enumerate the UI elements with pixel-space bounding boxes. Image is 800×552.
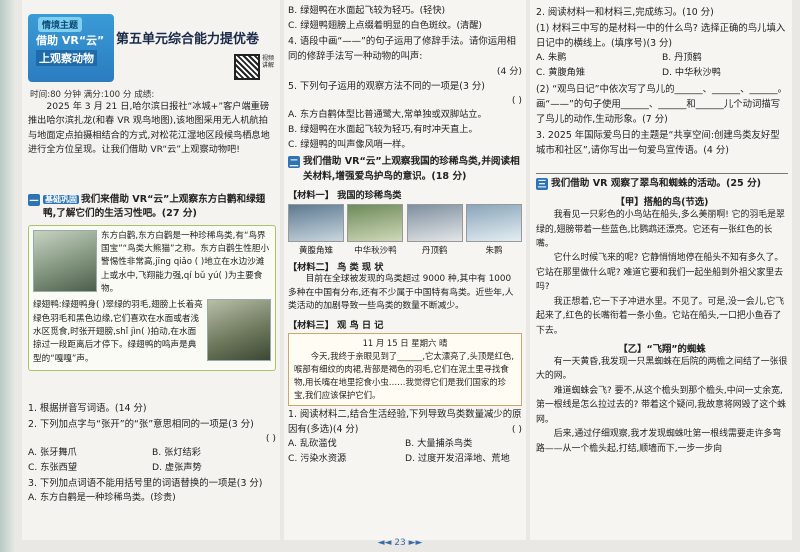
option[interactable]: A. 东方白鹳体型比普通鹭大,常单独或双脚站立。 xyxy=(288,108,522,123)
answer-line[interactable]: (4 分) xyxy=(288,65,522,79)
option[interactable]: C. 黄腹角雉 xyxy=(536,66,662,81)
passage-a-para-2: 它什么时候飞来的呢? 它静悄悄地停在船头不知有多久了。它站在那里做什么呢? 难道… xyxy=(536,253,784,293)
bird-photo xyxy=(465,204,522,243)
material-2-text: 目前在全球被发现的鸟类超过 9000 种,其中有 1000 多种在中国有分布,还… xyxy=(288,274,514,312)
passage-b-para-2: 难道蜘蛛会飞? 要不,从这个檐头到那个檐头,中间一丈余宽,第一根线是怎么拉过去的… xyxy=(536,385,786,425)
section-2: 二 我们借助 VR“云”上观察我国的珍稀鸟类,并阅读相关材料,增强爱鸟护鸟的意识… xyxy=(288,155,522,184)
section-number: 一 xyxy=(28,194,40,207)
answer-bracket[interactable]: ( ) xyxy=(28,432,276,446)
section-title: 我们借助 VR“云”上观察我国的珍稀鸟类,并阅读相关材料,增强爱鸟护鸟的意识。(… xyxy=(303,156,520,182)
option[interactable]: B. 张灯结彩 xyxy=(152,446,276,461)
section-number: 二 xyxy=(288,156,300,169)
bird-name: 黄腹角雉 xyxy=(298,246,333,257)
bird-name: 丹顶鹤 xyxy=(421,246,448,257)
question-1: 1. 根据拼音写词语。(14 分) xyxy=(28,403,147,414)
qr-code-icon xyxy=(234,54,260,80)
option[interactable]: A. 乱砍滥伐 xyxy=(288,437,405,452)
option[interactable]: B. 大量捕杀鸟类 xyxy=(405,437,522,452)
stork-photo xyxy=(33,229,97,292)
bird-name: 中华秋沙鸭 xyxy=(354,246,397,257)
page-number: ◄◄ 23 ►► xyxy=(377,538,423,548)
material-3-title: 【材料三】 观 鸟 日 记 xyxy=(288,319,384,331)
section-3: 三 我们借助 VR 观察了翠鸟和蜘蛛的活动。(25 分) xyxy=(536,177,788,191)
question-4: 4. 语段中画“——”的句子运用了修辞手法。请你运用相同的修辞手法写一种动物的叫… xyxy=(288,36,516,63)
material-1-title: 【材料一】 我国的珍稀鸟类 xyxy=(288,190,402,202)
question-2: 2. 下列加点字与“张开”的“张”意思相同的一项是(3 分) xyxy=(28,419,254,431)
left-column: 情境主题 借助 VR“云” 上观察动物 第五单元综合能力提优卷 视频讲解 时间:… xyxy=(22,0,280,540)
section-number: 三 xyxy=(536,177,548,190)
option[interactable]: C. 绿翅鸭翅膀上点缀着明显的白色斑纹。(清醒) xyxy=(288,19,522,34)
material-2-title: 【材料二】 鸟 类 现 状 xyxy=(288,262,384,274)
question-sec2-2: 2. 阅读材料一和材料三,完成练习。(10 分) xyxy=(536,7,714,18)
middle-column: B. 绿翅鸭在水面起飞较为轻巧。(轻快) C. 绿翅鸭翅膀上点缀着明显的白色斑纹… xyxy=(284,0,526,540)
intro-paragraph: 2025 年 3 月 21 日,哈尔滨日报社“冰城+”客户端重磅推出哈尔滨扎龙(… xyxy=(28,101,270,155)
option[interactable]: C. 绿翅鸭的叫声像风哨一样。 xyxy=(288,138,522,153)
option[interactable]: A. 东方白鹳是一种珍稀鸟类。(珍贵) xyxy=(28,491,276,506)
option[interactable]: C. 污染水资源 xyxy=(288,452,405,467)
question-5: 5. 下列句子运用的观察方法不同的一项是(3 分) xyxy=(288,81,485,93)
passage-b-title: 【乙】“飞翔”的蜘蛛 xyxy=(618,344,706,355)
left-questions: 1. 根据拼音写词语。(14 分) 2. 下列加点字与“张开”的“张”意思相同的… xyxy=(28,400,276,506)
question-sec2-2-2: (2) “观鸟日记”中依次写了鸟儿的______、______、______。画… xyxy=(536,83,787,125)
bird-gallery: 黄腹角雉 中华秋沙鸭 丹顶鹤 朱鹮 xyxy=(288,204,522,256)
worksheet-header: 情境主题 借助 VR“云” 上观察动物 第五单元综合能力提优卷 视频讲解 时间:… xyxy=(22,14,280,100)
option[interactable]: A. 朱鹮 xyxy=(536,51,662,66)
question-sec2-3: 3. 2025 年国际爱鸟日的主题是“共享空间:创建鸟类友好型城市和社区”,请你… xyxy=(536,129,780,156)
section-title: 基础巩固 我们来借助 VR“云”上观察东方白鹳和绿翅鸭,了解它们的生活习性吧。(2… xyxy=(43,194,266,220)
answer-line[interactable] xyxy=(536,160,788,174)
diary-header: 11 月 15 日 星期六 晴 xyxy=(362,337,448,348)
option[interactable]: A. 张牙舞爪 xyxy=(28,446,152,461)
bird-photo xyxy=(347,204,404,243)
bird-name: 朱鹮 xyxy=(485,246,503,257)
option[interactable]: D. 虚张声势 xyxy=(152,461,276,476)
teal-photo xyxy=(207,299,271,362)
option[interactable]: C. 东张西望 xyxy=(28,461,152,476)
book-spine xyxy=(0,0,14,552)
option[interactable]: B. 丹顶鹤 xyxy=(662,51,788,66)
question-sec2-2-1: (1) 材料三中写的是材料一中的什么鸟? 选择正确的鸟儿填入日记中的横线上。(填… xyxy=(536,23,786,50)
option[interactable]: B. 绿翅鸭在水面起飞较为轻巧。(轻快) xyxy=(288,4,522,19)
answer-bracket[interactable]: ( ) xyxy=(288,94,522,108)
theme-tag: 情境主题 xyxy=(38,17,83,32)
passage-b-para-3: 后来,通过仔细观察,我才发现蜘蛛吐第一根线需要走许多弯路——从一个檐头起,打结,… xyxy=(536,429,782,454)
option[interactable]: D. 中华秋沙鸭 xyxy=(662,66,788,81)
time-score-info: 时间:80 分钟 满分:100 分 成绩: xyxy=(30,90,155,100)
question-3: 3. 下列加点词语不能用括号里的词语替换的一项是(3 分) xyxy=(28,478,263,490)
passage-a-para-3: 我正想着,它一下子冲进水里。不见了。可是,没一会儿,它飞起来了,红色的长嘴衔着一… xyxy=(536,296,785,336)
qr-caption: 视频讲解 xyxy=(262,55,275,69)
option[interactable]: B. 绿翅鸭在水面起飞较为轻巧,有时冲天直上。 xyxy=(288,123,522,138)
info-card: 东方白鹳,东方白鹳是一种珍稀鸟类,有“鸟界国宝”“鸟类大熊猫”之称。东方白鹳生性… xyxy=(28,224,276,371)
basic-tag: 基础巩固 xyxy=(43,195,79,204)
card-text-teal: 绿翅鸭:绿翅鸭身( )翠绿的羽毛,翅膀上长着亮绿色羽毛和黑色边缘,它们喜欢在水面… xyxy=(33,300,203,364)
passage-a-title: 【甲】搭船的鸟(节选) xyxy=(615,197,709,209)
passage-b-para-1: 有一天黄昏,我发现一只黑蜘蛛在后院的两檐之间结了一张很大的网。 xyxy=(536,357,788,382)
theme-line-1: 借助 VR“云” xyxy=(36,34,105,47)
bird-photo xyxy=(288,204,344,243)
diary-text: 今天,我终于亲眼见到了______,它太漂亮了,头顶是红色,喉部有细纹的肉裙,背… xyxy=(294,351,515,401)
section-title: 我们借助 VR 观察了翠鸟和蜘蛛的活动。(25 分) xyxy=(551,177,762,189)
section-1: 一 基础巩固 我们来借助 VR“云”上观察东方白鹳和绿翅鸭,了解它们的生活习性吧。… xyxy=(28,190,276,371)
theme-banner: 情境主题 借助 VR“云” 上观察动物 xyxy=(28,14,114,82)
passage-a-para-1: 我看见一只彩色的小鸟站在船头,多么美丽啊! 它的羽毛是翠绿的,翅膀带着一些蓝色,… xyxy=(536,210,785,250)
card-text-stork: 东方白鹳,东方白鹳是一种珍稀鸟类,有“鸟界国宝”“鸟类大熊猫”之称。东方白鹳生性… xyxy=(101,230,270,295)
theme-line-2: 上观察动物 xyxy=(36,50,97,66)
right-column: 2. 阅读材料一和材料三,完成练习。(10 分) (1) 材料三中写的是材料一中… xyxy=(530,0,792,540)
bird-diary: 11 月 15 日 星期六 晴 今天,我终于亲眼见到了______,它太漂亮了,… xyxy=(288,332,522,407)
bird-photo xyxy=(406,204,463,243)
option[interactable]: D. 过度开发沼泽地、荒地 xyxy=(405,452,522,467)
page-title: 第五单元综合能力提优卷 xyxy=(116,32,260,47)
